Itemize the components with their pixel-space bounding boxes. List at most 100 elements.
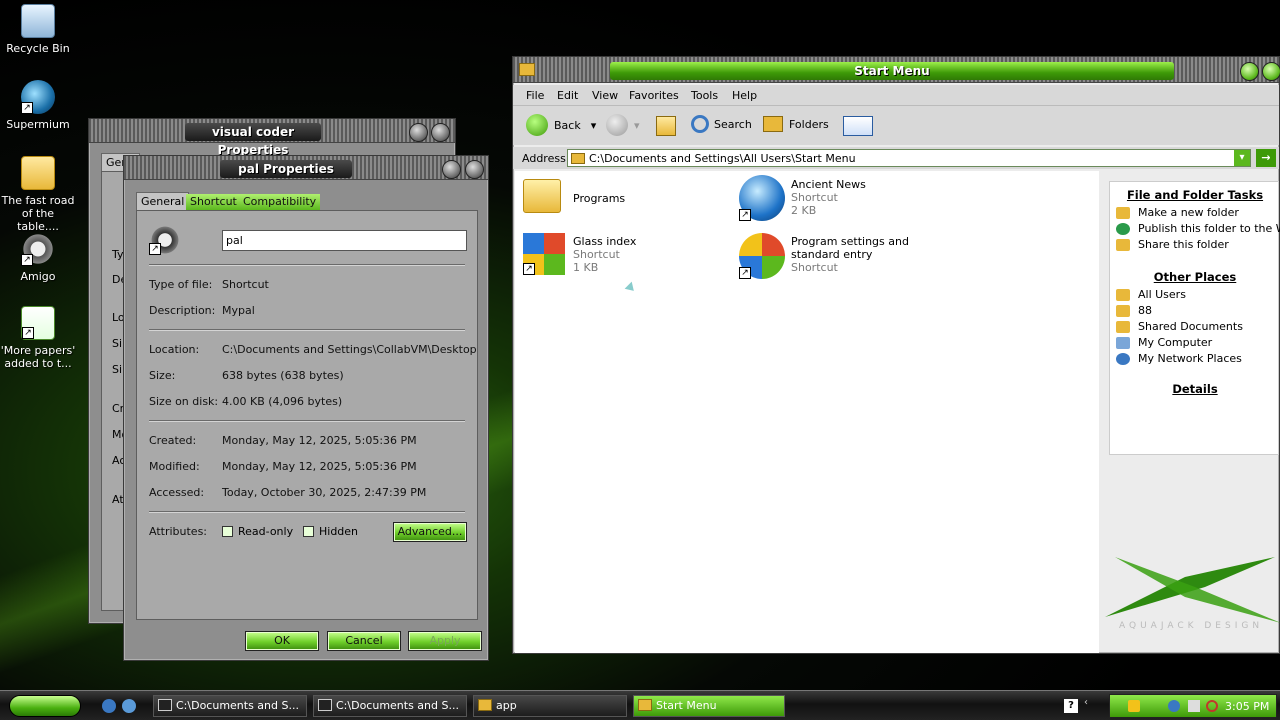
list-item[interactable]: ↗ Glass index Shortcut 1 KB [523, 233, 636, 275]
quicklaunch-icon[interactable] [122, 699, 136, 713]
list-item[interactable]: ↗ Ancient News Shortcut 2 KB [739, 175, 866, 221]
item-type: Shortcut [791, 191, 838, 204]
tab-general[interactable]: General [136, 192, 190, 210]
minimize-icon[interactable] [1240, 62, 1259, 81]
pal-properties-window[interactable]: pal Properties General Shortcut Compatib… [123, 155, 489, 661]
close-icon[interactable] [465, 160, 484, 179]
explorer-window[interactable]: Start Menu File Edit View Favorites Tool… [512, 56, 1280, 654]
place-88[interactable]: 88 [1116, 304, 1152, 317]
hidden-checkbox[interactable]: Hidden [303, 525, 358, 538]
desktop-icon-label: Supermium [6, 118, 70, 131]
taskbar-item-0[interactable]: C:\Documents and S... [153, 695, 307, 717]
place-my-network-places[interactable]: My Network Places [1116, 352, 1242, 365]
chevron-down-icon[interactable]: ▾ [591, 119, 597, 132]
menu-view[interactable]: View [592, 89, 618, 102]
close-icon[interactable] [431, 123, 450, 142]
details-header[interactable]: Details [1110, 382, 1280, 396]
folder-icon [1116, 304, 1130, 317]
desktop-icon-fast-road[interactable]: The fast road of the table.... [0, 156, 76, 233]
divider [149, 264, 465, 266]
value: 638 bytes (638 bytes) [222, 369, 344, 382]
ie-icon[interactable] [102, 699, 116, 713]
views-icon[interactable] [843, 116, 873, 136]
help-icon[interactable]: ? [1064, 699, 1078, 713]
file-folder-tasks-header[interactable]: File and Folder Tasks [1110, 188, 1280, 202]
item-text: Glass index Shortcut 1 KB [573, 235, 636, 274]
desktop-icon-label: Amigo [20, 270, 56, 283]
place-label: All Users [1138, 288, 1186, 301]
shortcut-arrow-icon: ↗ [149, 243, 161, 255]
item-name: Program settings and standard entry [791, 235, 909, 261]
place-label: My Computer [1138, 336, 1213, 349]
address-input[interactable]: C:\Documents and Settings\All Users\Star… [567, 149, 1251, 167]
item-name: Glass index [573, 235, 637, 248]
mouse-cursor-icon [624, 281, 638, 295]
security-shield-icon[interactable] [1128, 700, 1140, 712]
item-size: 1 KB [573, 261, 599, 274]
folder-up-icon[interactable] [656, 116, 676, 136]
ok-button[interactable]: OK [245, 631, 319, 651]
menu-favorites[interactable]: Favorites [629, 89, 679, 102]
desktop-icon-recycle-bin[interactable]: Recycle Bin [0, 4, 76, 55]
field-label: Ty [112, 248, 124, 261]
start-button[interactable] [9, 695, 81, 717]
taskbar-item-3[interactable]: Start Menu [633, 695, 785, 717]
search-button[interactable]: Search [691, 115, 752, 133]
taskbar-item-2[interactable]: app [473, 695, 627, 717]
tab-shortcut[interactable]: Shortcut [186, 194, 241, 210]
label: Description: [149, 304, 216, 317]
divider [149, 329, 465, 331]
taskbar-item-1[interactable]: C:\Documents and S... [313, 695, 467, 717]
menu-help[interactable]: Help [732, 89, 757, 102]
other-places-header[interactable]: Other Places [1110, 270, 1280, 284]
place-label: 88 [1138, 304, 1152, 317]
menu-file[interactable]: File [526, 89, 544, 102]
desktop-icon-more-papers[interactable]: ↗ 'More papers' added to t... [0, 306, 76, 370]
apply-button[interactable]: Apply [408, 631, 482, 651]
forward-arrow-icon [606, 114, 628, 136]
chevron-down-icon[interactable]: ▾ [1234, 150, 1250, 166]
readonly-checkbox[interactable]: Read-only [222, 525, 293, 538]
list-item[interactable]: Programs [523, 179, 625, 213]
task-make-folder[interactable]: Make a new folder [1116, 206, 1239, 219]
minimize-icon[interactable] [442, 160, 461, 179]
desktop-icon-supermium[interactable]: ↗ Supermium [0, 80, 76, 131]
window-icon [158, 699, 172, 711]
shortcut-arrow-icon: ↗ [523, 263, 535, 275]
back-button[interactable]: Back ▾ [526, 114, 596, 136]
address-bar: Address C:\Documents and Settings\All Us… [513, 147, 1279, 169]
taskbar-label: Start Menu [656, 699, 717, 712]
task-publish-web[interactable]: Publish this folder to the Web [1116, 222, 1280, 235]
go-arrow-icon[interactable]: → [1256, 149, 1276, 167]
minimize-icon[interactable] [409, 123, 428, 142]
network-icon[interactable] [1168, 700, 1180, 712]
desktop-icon-amigo[interactable]: ↗ Amigo [0, 232, 76, 283]
folders-button[interactable]: Folders [763, 116, 829, 132]
chevron-left-icon[interactable]: ‹ [1084, 697, 1088, 708]
tab-compatibility[interactable]: Compatibility [239, 194, 321, 210]
value: Monday, May 12, 2025, 5:05:36 PM [222, 434, 417, 447]
place-shared-documents[interactable]: Shared Documents [1116, 320, 1243, 333]
place-my-computer[interactable]: My Computer [1116, 336, 1212, 349]
name-field[interactable] [222, 230, 467, 251]
raccoon-icon: ↗ [21, 232, 55, 266]
clock[interactable]: 3:05 PM [1225, 700, 1269, 713]
menu-edit[interactable]: Edit [557, 89, 578, 102]
folder-icon [519, 63, 535, 76]
menu-tools[interactable]: Tools [691, 89, 718, 102]
globe-icon [1116, 222, 1130, 235]
search-tray-icon[interactable] [1206, 700, 1218, 712]
folders-label: Folders [789, 117, 829, 131]
volume-icon[interactable] [1188, 700, 1200, 712]
task-share-folder[interactable]: Share this folder [1116, 238, 1229, 251]
taskbar-label: C:\Documents and S... [176, 699, 299, 712]
forward-button[interactable]: ▾ [606, 114, 640, 136]
maximize-icon[interactable] [1262, 62, 1280, 81]
label: Accessed: [149, 486, 205, 499]
cancel-button[interactable]: Cancel [327, 631, 401, 651]
advanced-button[interactable]: Advanced... [393, 522, 467, 542]
list-item[interactable]: ↗ Program settings and standard entry Sh… [739, 233, 909, 279]
browser-icon: ↗ [21, 80, 55, 114]
value: Today, October 30, 2025, 2:47:39 PM [222, 486, 427, 499]
place-all-users[interactable]: All Users [1116, 288, 1186, 301]
